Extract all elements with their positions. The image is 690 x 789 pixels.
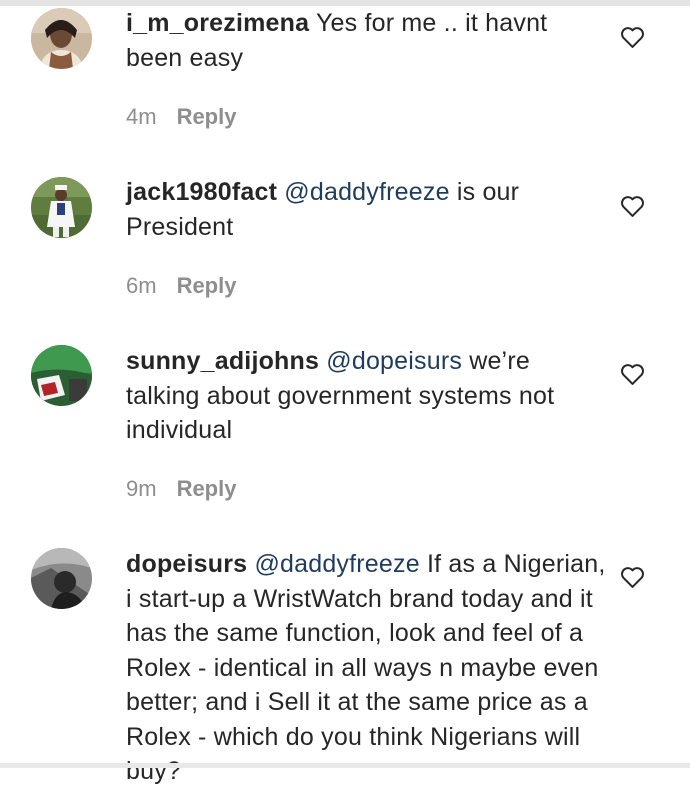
comment-text: i_m_orezimena Yes for me .. it havnt bee… (126, 6, 606, 75)
heart-icon[interactable] (620, 565, 645, 589)
username[interactable]: jack1980fact (126, 178, 277, 206)
username[interactable]: sunny_adijohns (126, 347, 319, 375)
avatar[interactable] (31, 548, 92, 609)
comment-meta: 9m Reply (126, 476, 236, 502)
timestamp: 6m (126, 273, 157, 298)
mention-link[interactable]: @daddyfreeze (254, 550, 419, 578)
mention-link[interactable]: @daddyfreeze (284, 178, 449, 206)
avatar[interactable] (31, 345, 92, 406)
profile-photo-icon (31, 8, 92, 69)
comment-text: sunny_adijohns @dopeisurs we’re talking … (126, 344, 606, 448)
profile-photo-icon (31, 345, 92, 406)
reply-button[interactable]: Reply (177, 273, 237, 298)
timestamp: 9m (126, 476, 157, 501)
comment-body: If as a Nigerian, i start-up a WristWatc… (126, 550, 606, 785)
bottom-divider (0, 763, 690, 768)
comment-text: jack1980fact @daddyfreeze is our Preside… (126, 175, 606, 244)
heart-icon[interactable] (620, 362, 645, 386)
heart-icon[interactable] (620, 25, 645, 49)
comment-meta: 4m Reply (126, 104, 236, 130)
username[interactable]: dopeisurs (126, 550, 247, 578)
timestamp: 4m (126, 104, 157, 129)
heart-icon[interactable] (620, 194, 645, 218)
comment-text: dopeisurs @daddyfreeze If as a Nigerian,… (126, 547, 606, 789)
profile-photo-icon (31, 548, 92, 609)
profile-photo-icon (31, 177, 92, 238)
reply-button[interactable]: Reply (177, 476, 237, 501)
mention-link[interactable]: @dopeisurs (326, 347, 462, 375)
username[interactable]: i_m_orezimena (126, 9, 309, 37)
comment-meta: 6m Reply (126, 273, 236, 299)
avatar[interactable] (31, 8, 92, 69)
avatar[interactable] (31, 177, 92, 238)
reply-button[interactable]: Reply (177, 104, 237, 129)
